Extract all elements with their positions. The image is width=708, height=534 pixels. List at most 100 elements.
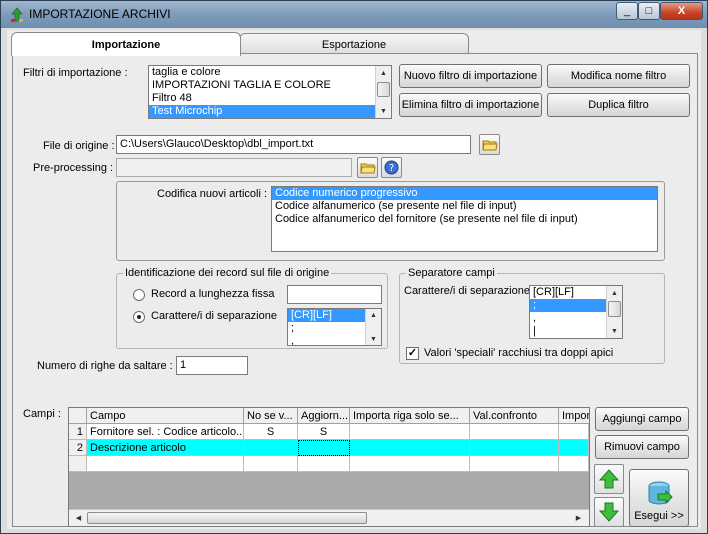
scroll-left-icon[interactable]: ◀ [71,511,86,525]
grid-cell[interactable] [350,456,470,472]
row-number [69,456,87,472]
grid-cell[interactable] [244,440,298,456]
grid-cell[interactable] [244,456,298,472]
scroll-down-icon[interactable]: ▼ [366,333,381,345]
column-header[interactable]: Campo [87,408,244,424]
folder-icon [359,163,376,173]
record-separator-list[interactable]: [CR][LF] ; , ▲ ▼ [287,308,382,346]
scroll-up-icon[interactable]: ▲ [366,309,381,321]
filter-item[interactable]: taglia e colore [149,66,391,79]
column-header[interactable]: Importa riga solo se... [350,408,470,424]
grid-cell[interactable] [470,456,559,472]
grid-cell-focused[interactable] [298,440,350,456]
filter-item[interactable]: Filtro 48 [149,92,391,105]
grid-cell[interactable] [470,440,559,456]
column-header[interactable]: Aggiorn... [298,408,350,424]
arrow-up-icon [598,469,620,489]
fixed-length-radio[interactable] [133,289,145,301]
grid-cell[interactable]: Fornitore sel. : Codice articolo... [87,424,244,440]
preprocessing-help-button[interactable]: ? [381,157,402,178]
remove-field-button[interactable]: Rimuovi campo [595,435,689,459]
row-number: 2 [69,440,87,456]
encoding-item[interactable]: Codice alfanumerico del fornitore (se pr… [272,213,657,226]
duplicate-filter-button[interactable]: Duplica filtro [547,93,690,117]
grid-cell[interactable] [470,424,559,440]
minimize-button[interactable]: _ [616,2,638,20]
fields-label: Campi : [23,408,61,420]
table-row-empty[interactable] [69,456,589,472]
scroll-thumb[interactable] [608,301,621,317]
scroll-right-icon[interactable]: ▶ [571,511,586,525]
fixed-length-label: Record a lunghezza fissa [151,288,275,300]
grid-cell[interactable] [559,440,589,456]
filter-item[interactable]: IMPORTAZIONI TAGLIA E COLORE [149,79,391,92]
move-down-button[interactable] [594,497,624,527]
filter-item-selected[interactable]: Test Microchip [149,105,391,118]
preprocessing-input[interactable] [116,158,352,177]
scroll-down-icon[interactable]: ▼ [607,324,622,338]
browse-file-button[interactable] [479,134,500,155]
app-icon [11,7,23,22]
delete-filter-button[interactable]: Elimina filtro di importazione [399,93,542,117]
scroll-up-icon[interactable]: ▲ [376,66,391,80]
column-header[interactable]: No se v... [244,408,298,424]
field-separator-title: Separatore campi [406,267,497,279]
record-separator-scrollbar[interactable]: ▲ ▼ [365,309,381,345]
source-file-input[interactable]: C:\Users\Glauco\Desktop\dbl_import.txt [116,135,471,154]
grid-cell[interactable] [350,424,470,440]
grid-corner [69,408,87,424]
scroll-thumb[interactable] [87,512,367,524]
encoding-item-selected[interactable]: Codice numerico progressivo [272,187,657,200]
fields-grid[interactable]: Campo No se v... Aggiorn... Importa riga… [68,407,590,527]
import-window: IMPORTAZIONE ARCHIVI _ □ X Importazione … [0,0,708,534]
filters-list[interactable]: taglia e colore IMPORTAZIONI TAGLIA E CO… [148,65,392,119]
grid-cell[interactable] [298,456,350,472]
run-button-label: Esegui >> [634,510,684,522]
encoding-item[interactable]: Codice alfanumerico (se presente nel fil… [272,200,657,213]
field-separator-group: Separatore campi Carattere/i di separazi… [399,267,665,364]
import-panel: Filtri di importazione : taglia e colore… [12,53,698,527]
column-header[interactable]: Impor [559,408,589,424]
tab-esportazione[interactable]: Esportazione [239,33,469,55]
add-field-button[interactable]: Aggiungi campo [595,407,689,431]
move-up-button[interactable] [594,464,624,494]
scroll-up-icon[interactable]: ▲ [607,286,622,300]
filters-scrollbar[interactable]: ▲ ▼ [375,66,391,118]
grid-cell[interactable] [350,440,470,456]
new-filter-button[interactable]: Nuovo filtro di importazione [399,64,542,88]
encoding-label: Codifica nuovi articoli : [157,188,268,200]
encoding-group: Codifica nuovi articoli : Codice numeric… [116,181,665,261]
maximize-button[interactable]: □ [638,2,660,20]
grid-cell[interactable]: S [298,424,350,440]
maximize-icon: □ [645,5,653,17]
grid-cell[interactable] [559,456,589,472]
grid-cell[interactable] [559,424,589,440]
fixed-length-input[interactable] [287,285,382,304]
grid-cell[interactable]: Descrizione articolo [87,440,244,456]
close-button[interactable]: X [660,2,703,20]
encoding-list[interactable]: Codice numerico progressivo Codice alfan… [271,186,658,252]
rename-filter-button[interactable]: Modifica nome filtro [547,64,690,88]
svg-text:?: ? [389,163,394,174]
tab-importazione[interactable]: Importazione [11,32,241,56]
filters-label: Filtri di importazione : [23,67,128,79]
grid-horizontal-scrollbar[interactable]: ◀ ▶ [69,509,589,526]
field-separator-scrollbar[interactable]: ▲ ▼ [606,286,622,338]
grid-cell[interactable] [87,456,244,472]
quoted-values-checkbox[interactable]: ✓ [406,347,419,360]
window-title: IMPORTAZIONE ARCHIVI [29,7,171,21]
tab-label: Importazione [91,38,161,51]
preprocessing-browse-button[interactable] [357,157,378,178]
table-row[interactable]: 1 Fornitore sel. : Codice articolo... S … [69,424,589,440]
column-header[interactable]: Val.confronto [470,408,559,424]
run-button[interactable]: Esegui >> [629,469,689,527]
separator-radio[interactable] [133,311,145,323]
database-run-icon [648,481,673,505]
tab-label: Esportazione [321,38,387,51]
table-row-selected[interactable]: 2 Descrizione articolo [69,440,589,456]
scroll-thumb[interactable] [377,82,390,97]
grid-cell[interactable]: S [244,424,298,440]
scroll-down-icon[interactable]: ▼ [376,104,391,118]
skip-rows-input[interactable]: 1 [176,356,248,375]
field-separator-list[interactable]: [CR][LF] ; , | ▲ ▼ [529,285,623,339]
